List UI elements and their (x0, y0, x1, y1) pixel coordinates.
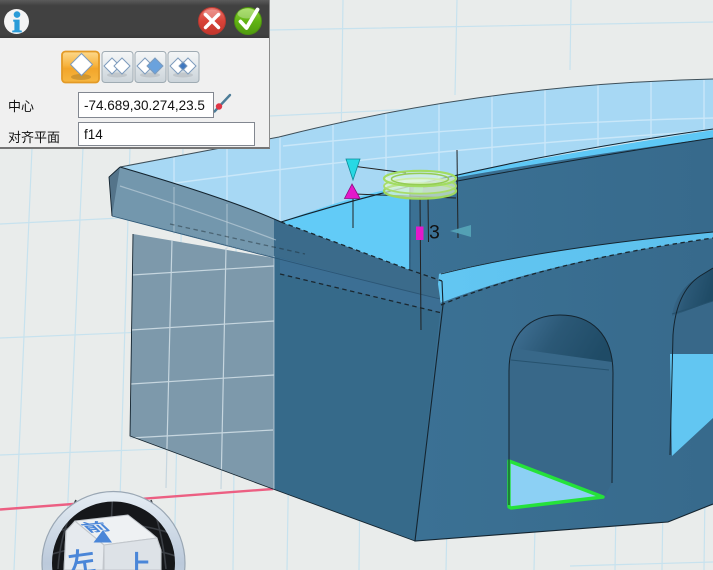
svg-text:上: 上 (124, 551, 151, 570)
svg-text:3: 3 (429, 222, 440, 244)
svg-text:左: 左 (66, 546, 97, 570)
